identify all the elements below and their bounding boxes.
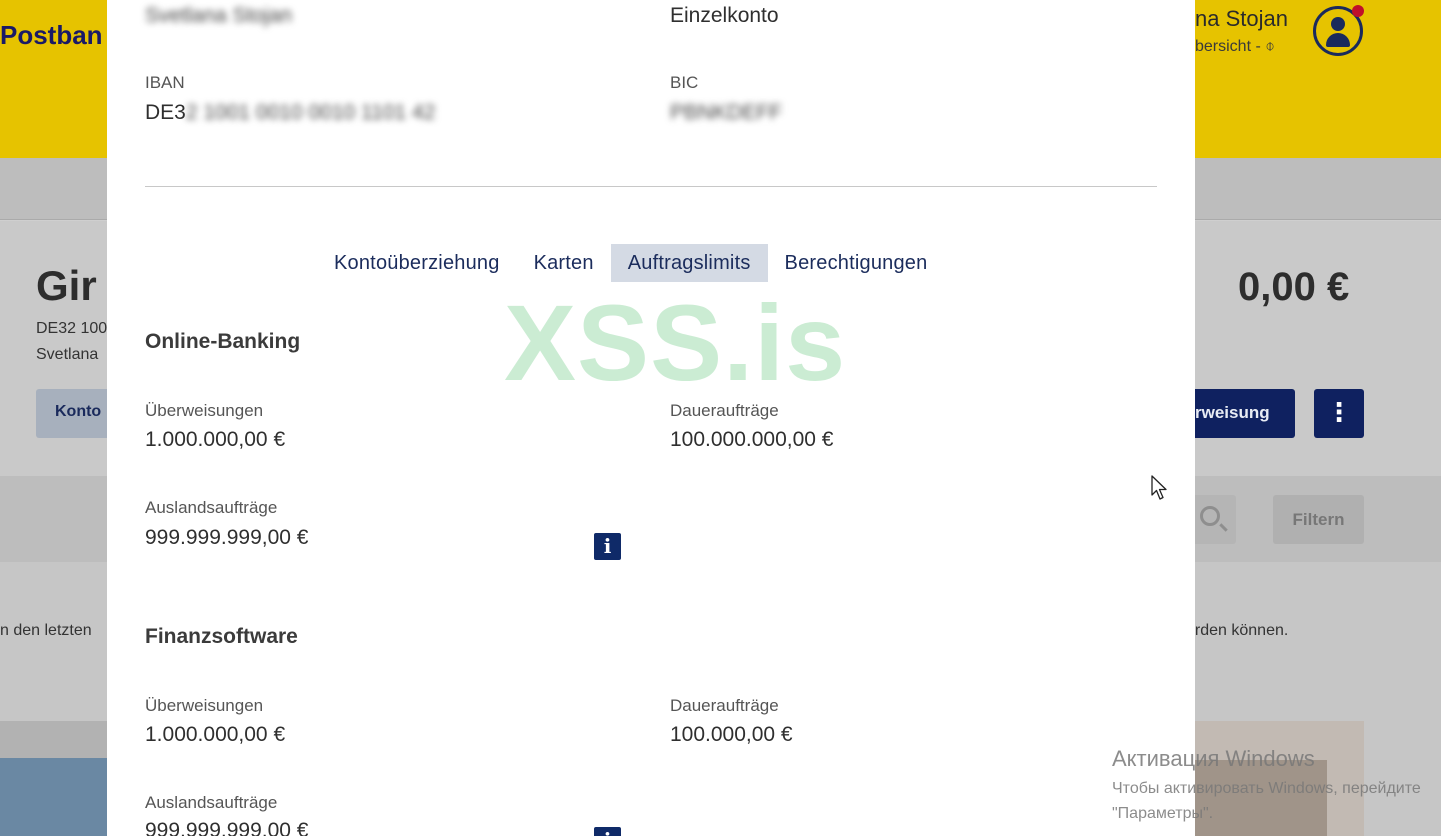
account-owner: Svetlana bbox=[36, 346, 99, 363]
divider bbox=[145, 186, 1157, 187]
foreign-orders-label: Auslandsaufträge bbox=[145, 793, 278, 812]
account-iban: DE32 100 bbox=[36, 320, 108, 337]
transfers-label: Überweisungen bbox=[145, 696, 264, 715]
account-title: Gir bbox=[36, 262, 97, 309]
user-name: na Stojan bbox=[1195, 6, 1288, 31]
watermark-text: XSS.is bbox=[504, 282, 847, 403]
standing-orders-limit: 100.000,00 € bbox=[670, 723, 793, 746]
info-icon[interactable]: i bbox=[594, 533, 621, 560]
iban-prefix: DE3 bbox=[145, 101, 186, 124]
info-icon[interactable]: i bbox=[594, 827, 621, 836]
tab-berechtigungen[interactable]: Berechtigungen bbox=[768, 244, 945, 282]
windows-activation-line-1: Чтобы активировать Windows, перейдите bbox=[1112, 780, 1421, 797]
standing-orders-limit: 100.000.000,00 € bbox=[670, 428, 834, 451]
foreign-orders-limit: 999.999.999,00 € bbox=[145, 819, 309, 836]
promo-image-left bbox=[0, 758, 108, 836]
transfers-limit: 1.000.000,00 € bbox=[145, 428, 286, 451]
section-title-online-banking: Online-Banking bbox=[145, 330, 301, 353]
account-type: Einzelkonto bbox=[670, 4, 779, 27]
bic-label: BIC bbox=[670, 73, 699, 92]
standing-orders-label: Daueraufträge bbox=[670, 696, 779, 715]
tab-auftragslimits[interactable]: Auftragslimits bbox=[610, 244, 768, 282]
account-balance: 0,00 € bbox=[1238, 265, 1350, 309]
hint-text-right: erden können. bbox=[1186, 622, 1289, 639]
section-title-finanzsoftware: Finanzsoftware bbox=[145, 625, 298, 648]
filter-button[interactable]: Filtern bbox=[1273, 495, 1364, 544]
transfer-button[interactable]: rweisung bbox=[1183, 389, 1295, 438]
windows-activation-title: Активация Windows bbox=[1112, 746, 1315, 771]
transfers-label: Überweisungen bbox=[145, 401, 264, 420]
account-details-modal: Svetlana Stojan Einzelkonto IBAN DE32 10… bbox=[107, 0, 1195, 836]
search-icon bbox=[1200, 506, 1220, 526]
bic-value: PBNKDEFF bbox=[670, 101, 783, 124]
avatar-icon[interactable] bbox=[1313, 5, 1364, 56]
iban-label: IBAN bbox=[145, 73, 185, 92]
hint-text-left: n den letzten bbox=[0, 622, 92, 639]
more-options-button[interactable]: ⋮ bbox=[1314, 389, 1364, 438]
tab-kontoueberziehung[interactable]: Kontoüberziehung bbox=[317, 244, 517, 282]
foreign-orders-label: Auslandsaufträge bbox=[145, 498, 278, 517]
user-subtitle: bersicht - ⌽ bbox=[1195, 38, 1275, 55]
iban-blurred: 2 1001 0010 0010 1101 42 bbox=[185, 101, 436, 124]
mouse-cursor-icon bbox=[1151, 475, 1167, 500]
limits-tabs: Kontoüberziehung Karten Auftragslimits B… bbox=[317, 244, 944, 282]
windows-activation-line-2: "Параметры". bbox=[1112, 805, 1214, 822]
transfers-limit: 1.000.000,00 € bbox=[145, 723, 286, 746]
tab-karten[interactable]: Karten bbox=[517, 244, 611, 282]
account-owner-name: Svetlana Stojan bbox=[145, 4, 293, 27]
foreign-orders-limit: 999.999.999,00 € bbox=[145, 526, 309, 549]
postbank-logo[interactable]: Postban bbox=[0, 20, 103, 51]
iban-value: DE32 1001 0010 0010 1101 42 bbox=[145, 101, 435, 125]
